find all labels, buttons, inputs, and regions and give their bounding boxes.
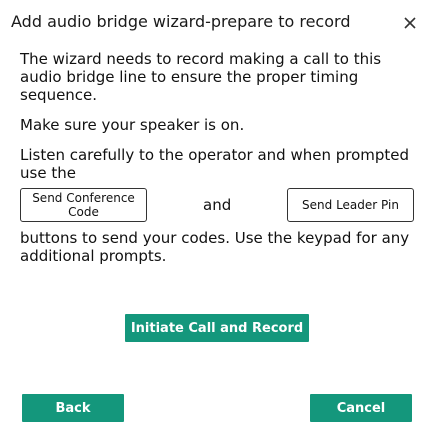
back-button[interactable]: Back	[22, 394, 124, 422]
listen-instructions: Listen carefully to the operator and whe…	[20, 146, 410, 182]
intro-text: The wizard needs to record making a call…	[20, 50, 382, 104]
initiate-call-and-record-button[interactable]: Initiate Call and Record	[125, 314, 309, 342]
speaker-note: Make sure your speaker is on.	[20, 116, 245, 134]
close-icon[interactable]	[400, 12, 420, 32]
cancel-button[interactable]: Cancel	[310, 394, 412, 422]
prepare-to-record-dialog: Add audio bridge wizard-prepare to recor…	[0, 0, 434, 445]
send-conference-code-label: Send Conference Code	[32, 191, 135, 219]
send-leader-pin-label: Send Leader Pin	[302, 198, 399, 212]
and-label: and	[203, 196, 232, 214]
send-conference-code-button[interactable]: Send Conference Code	[20, 188, 147, 222]
buttons-instructions: buttons to send your codes. Use the keyp…	[20, 229, 410, 265]
dialog-title: Add audio bridge wizard-prepare to recor…	[11, 12, 351, 31]
close-icon-graphic	[404, 17, 416, 29]
send-leader-pin-button[interactable]: Send Leader Pin	[287, 188, 414, 222]
